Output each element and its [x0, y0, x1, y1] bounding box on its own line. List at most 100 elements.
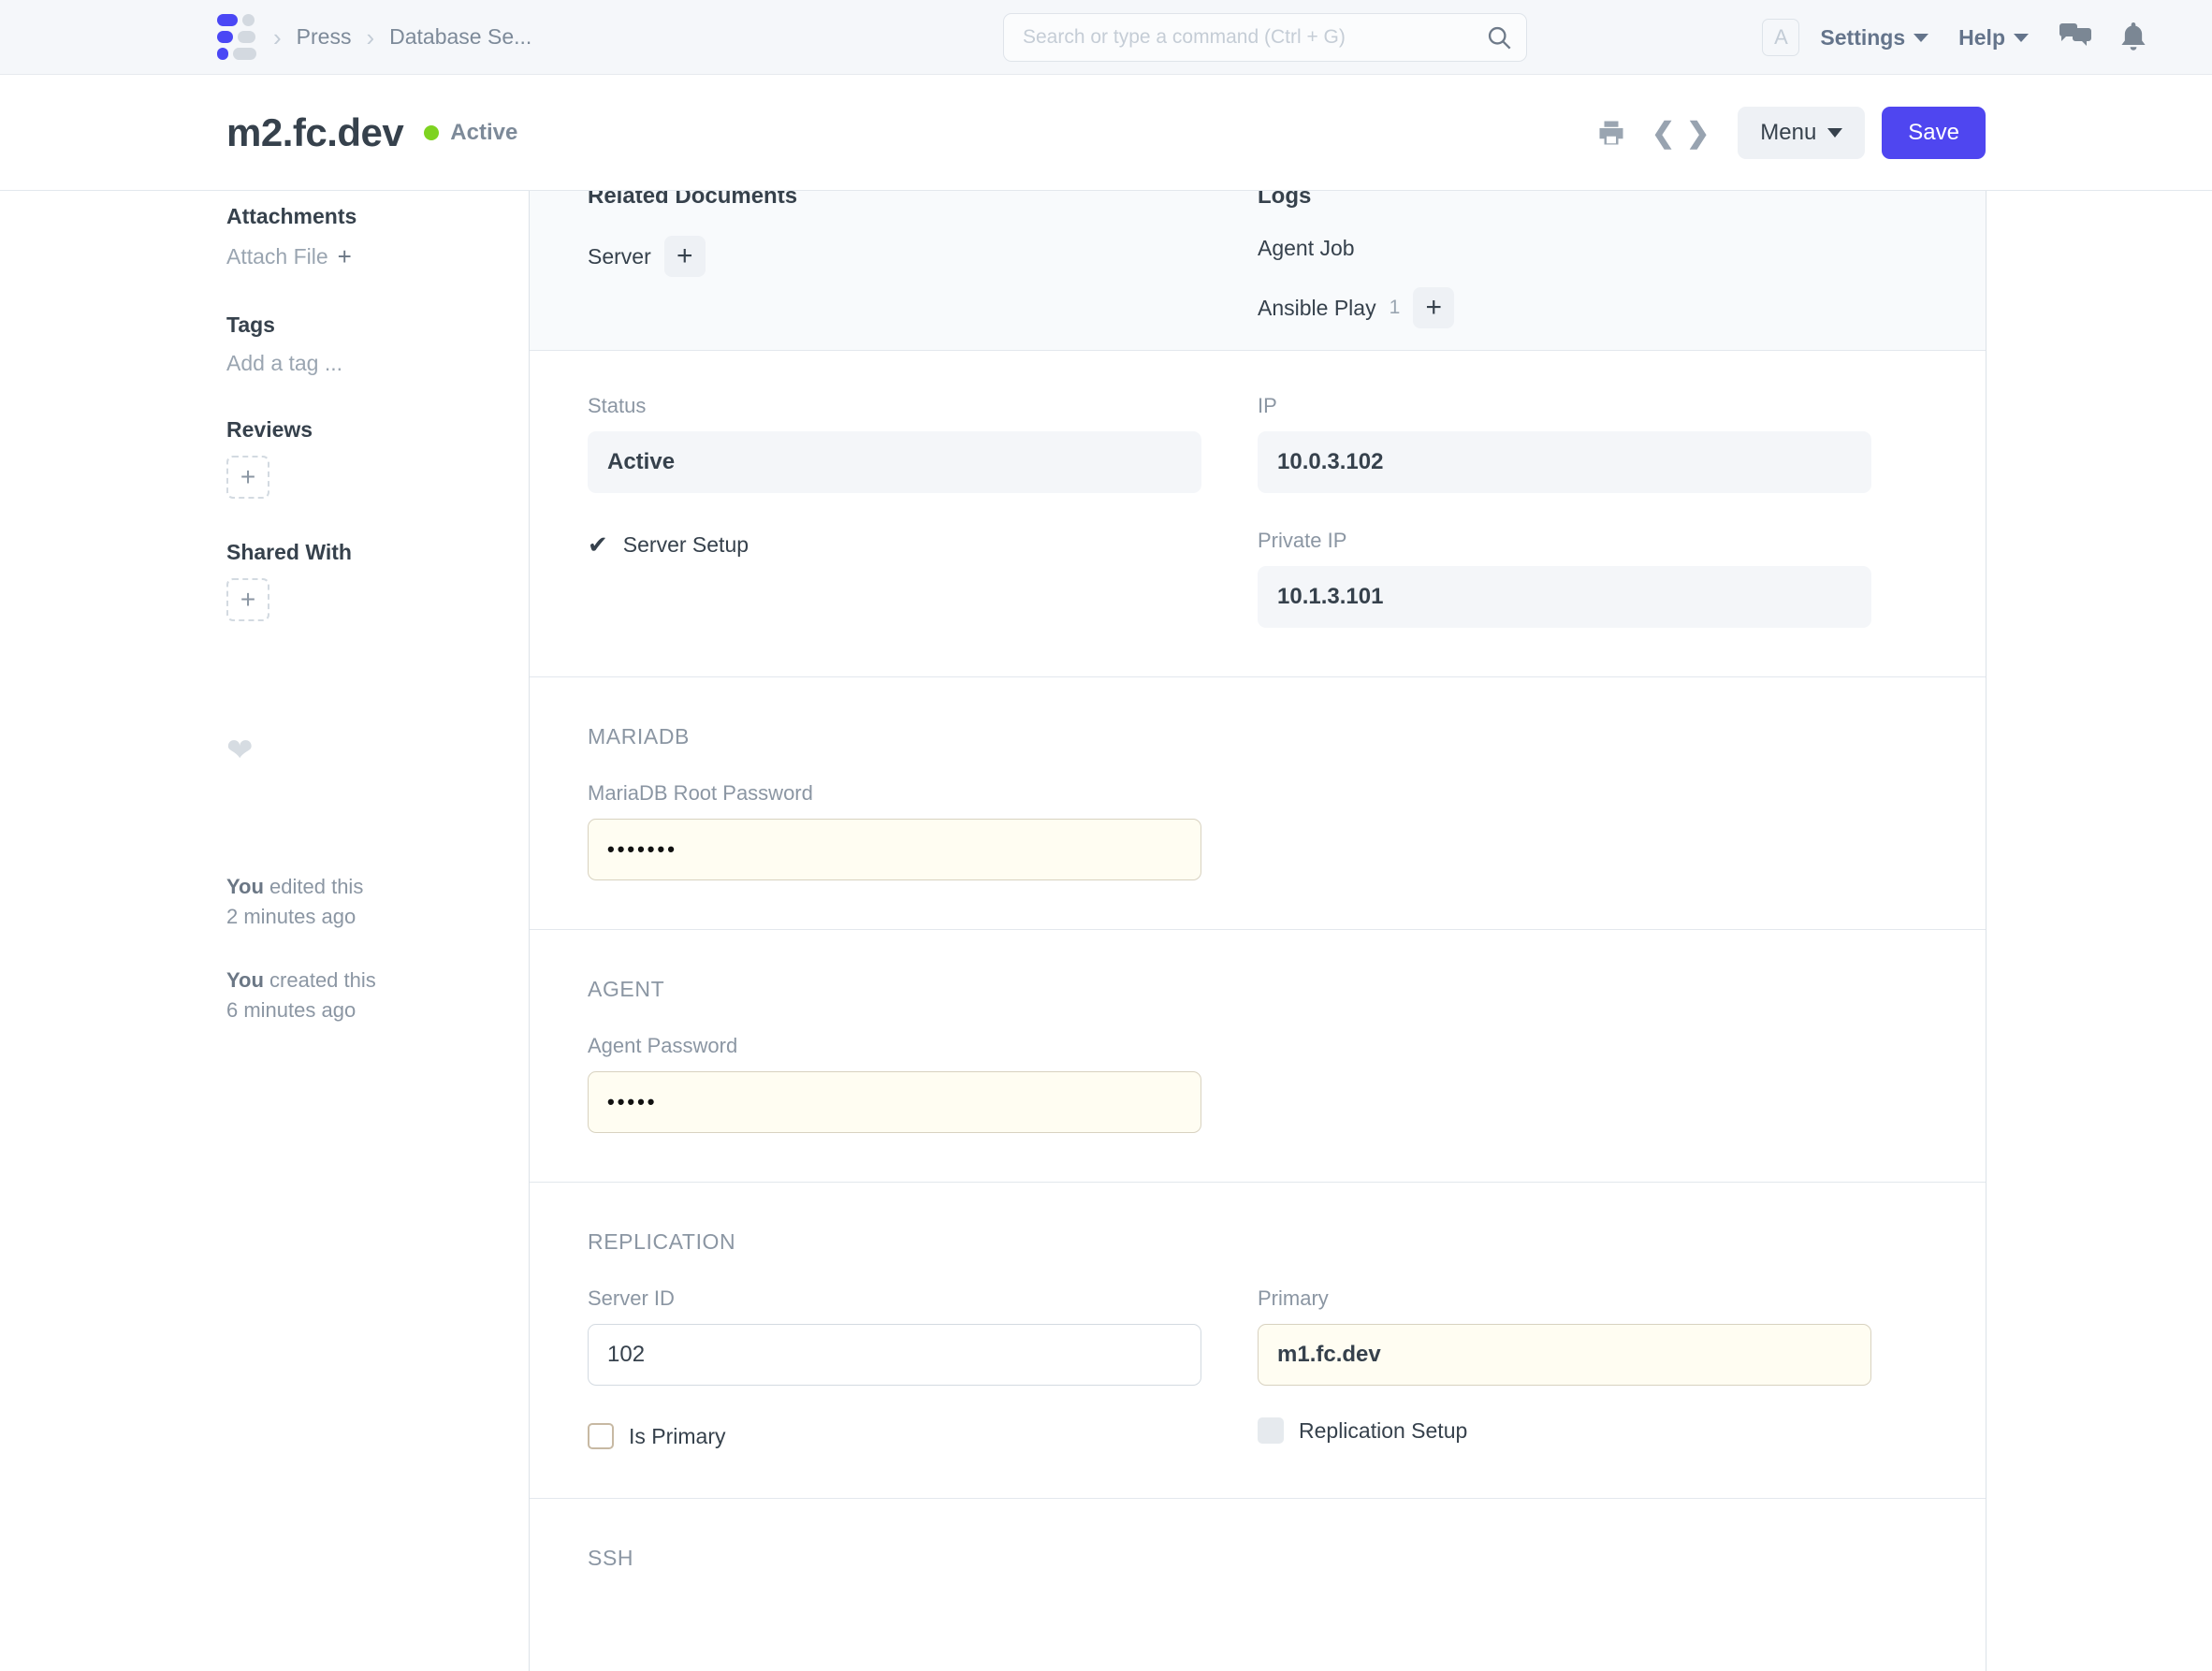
primary-field: Primary m1.fc.dev	[1258, 1255, 1871, 1386]
activity-item-created: You created this 6 minutes ago	[226, 966, 529, 1025]
search-icon[interactable]	[1486, 24, 1512, 51]
ip-field: IP 10.0.3.102	[1258, 351, 1871, 493]
is-primary-checkbox[interactable]	[588, 1423, 614, 1449]
status-dot-icon	[424, 125, 439, 140]
help-label: Help	[1958, 25, 2005, 51]
connections-section: Related Documents Server + Logs Agent Jo…	[530, 191, 1986, 351]
ssh-section-title: SSH	[588, 1499, 1928, 1571]
link-label-agent-job[interactable]: Agent Job	[1258, 236, 1355, 261]
agent-password-field: Agent Password •••••	[588, 1002, 1201, 1133]
replication-setup-row: Replication Setup	[1258, 1417, 1871, 1444]
search-input[interactable]	[1003, 13, 1527, 62]
status-value[interactable]: Active	[588, 431, 1201, 493]
settings-menu[interactable]: Settings	[1820, 25, 1928, 51]
replication-right-column: Primary m1.fc.dev Replication Setup	[1258, 1255, 1928, 1449]
agent-password-value: •••••	[607, 1090, 658, 1114]
breadcrumb-separator-icon: ›	[258, 25, 297, 50]
ssh-section: SSH	[530, 1499, 1986, 1571]
mariadb-root-password-field: MariaDB Root Password •••••••	[588, 749, 1201, 880]
page-title: m2.fc.dev	[226, 110, 403, 155]
agent-section: AGENT Agent Password •••••	[530, 930, 1986, 1183]
mariadb-section: MARIADB MariaDB Root Password •••••••	[530, 677, 1986, 930]
save-button[interactable]: Save	[1882, 107, 1986, 159]
activity-time: 6 minutes ago	[226, 998, 356, 1022]
tags-heading: Tags	[226, 312, 529, 338]
ip-label: IP	[1258, 394, 1871, 418]
replication-section: REPLICATION Server ID 102 Is Primary Pri…	[530, 1183, 1986, 1499]
chevron-down-icon	[1914, 34, 1928, 42]
replication-setup-label: Replication Setup	[1299, 1418, 1467, 1444]
status-label: Status	[588, 394, 1201, 418]
primary-input[interactable]: m1.fc.dev	[1258, 1324, 1871, 1386]
ip-value[interactable]: 10.0.3.102	[1258, 431, 1871, 493]
mariadb-root-password-label: MariaDB Root Password	[588, 781, 1201, 806]
mariadb-root-password-input[interactable]: •••••••	[588, 819, 1201, 880]
chat-icon[interactable]	[2059, 23, 2092, 51]
primary-label: Primary	[1258, 1286, 1871, 1311]
page-header-actions: ❮ ❯ Menu Save	[1597, 75, 1986, 191]
chevron-down-icon	[1827, 128, 1842, 138]
status-section: Status Active ✔ Server Setup IP 10.0.3.1…	[530, 351, 1986, 677]
help-menu[interactable]: Help	[1958, 25, 2029, 51]
related-documents-group: Related Documents Server +	[588, 191, 1258, 350]
search-container	[1003, 13, 1527, 62]
link-label-ansible-play[interactable]: Ansible Play	[1258, 296, 1376, 321]
status-badge: Active	[450, 120, 517, 146]
bell-icon[interactable]	[2117, 22, 2150, 52]
attach-file-button[interactable]: Attach File +	[226, 242, 529, 271]
mariadb-column: MariaDB Root Password •••••••	[588, 749, 1258, 880]
is-primary-label: Is Primary	[629, 1424, 726, 1449]
link-item-agent-job: Agent Job	[1258, 236, 1871, 261]
page-header: m2.fc.dev Active ❮ ❯ Menu Save	[0, 75, 2212, 191]
link-item-ansible-play: Ansible Play 1 +	[1258, 287, 1871, 328]
replication-setup-checkbox[interactable]	[1258, 1417, 1284, 1444]
attachments-heading: Attachments	[226, 204, 529, 229]
shared-with-heading: Shared With	[226, 540, 529, 565]
logs-group: Logs Agent Job Ansible Play 1 +	[1258, 191, 1928, 350]
add-ansible-play-button[interactable]: +	[1413, 287, 1454, 328]
next-record-button[interactable]: ❯	[1681, 117, 1715, 150]
menu-button[interactable]: Menu	[1738, 107, 1865, 159]
menu-label: Menu	[1760, 120, 1816, 146]
prev-record-button[interactable]: ❮	[1646, 117, 1681, 150]
private-ip-field: Private IP 10.1.3.101	[1258, 493, 1871, 628]
server-id-input[interactable]: 102	[588, 1324, 1201, 1386]
form-panel: Related Documents Server + Logs Agent Jo…	[529, 191, 1986, 1671]
add-tag-input[interactable]: Add a tag ...	[226, 351, 529, 376]
activity-action: edited this	[264, 875, 363, 898]
server-id-field: Server ID 102	[588, 1255, 1201, 1386]
activity-actor: You	[226, 875, 264, 898]
breadcrumb-press[interactable]: Press	[297, 24, 352, 50]
add-review-button[interactable]: +	[226, 456, 269, 499]
chevron-down-icon	[2014, 34, 2029, 42]
link-label-server[interactable]: Server	[588, 244, 651, 269]
avatar[interactable]: A	[1762, 19, 1799, 56]
server-id-label: Server ID	[588, 1286, 1201, 1311]
navbar-left: › Press › Database Se...	[217, 17, 531, 58]
link-item-server: Server +	[588, 236, 1201, 277]
breadcrumb-database-server[interactable]: Database Se...	[389, 24, 531, 50]
agent-password-input[interactable]: •••••	[588, 1071, 1201, 1133]
ansible-play-count: 1	[1390, 297, 1401, 319]
private-ip-label: Private IP	[1258, 529, 1871, 553]
settings-label: Settings	[1820, 25, 1905, 51]
agent-password-label: Agent Password	[588, 1034, 1201, 1058]
top-navbar: › Press › Database Se... A Settings Help	[0, 0, 2212, 75]
navbar-right: A Settings Help	[1762, 0, 2175, 75]
check-icon: ✔	[588, 530, 608, 559]
print-icon[interactable]	[1597, 119, 1625, 147]
is-primary-row: Is Primary	[588, 1423, 1201, 1449]
private-ip-value[interactable]: 10.1.3.101	[1258, 566, 1871, 628]
replication-section-title: REPLICATION	[588, 1183, 1928, 1255]
server-setup-row: ✔ Server Setup	[588, 530, 1201, 559]
heart-icon[interactable]: ❤	[226, 732, 529, 769]
frappe-logo[interactable]	[217, 17, 258, 58]
add-shared-user-button[interactable]: +	[226, 578, 269, 621]
status-field: Status Active	[588, 351, 1201, 493]
activity-time: 2 minutes ago	[226, 905, 356, 928]
page-body: Attachments Attach File + Tags Add a tag…	[0, 191, 2212, 1671]
server-setup-label: Server Setup	[623, 532, 749, 558]
ip-column: IP 10.0.3.102 Private IP 10.1.3.101	[1258, 351, 1928, 628]
status-column: Status Active ✔ Server Setup	[588, 351, 1258, 628]
add-server-button[interactable]: +	[664, 236, 706, 277]
